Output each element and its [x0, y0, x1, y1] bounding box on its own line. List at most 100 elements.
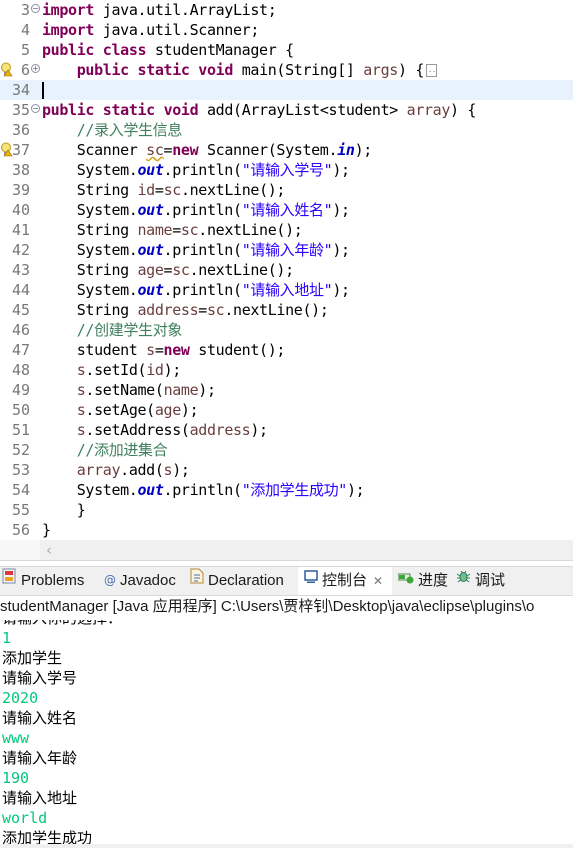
line-number: 5	[20, 41, 30, 59]
code-token: .nextLine();	[198, 221, 303, 239]
code-line[interactable]: 40 System.out.println("请输入姓名");	[0, 200, 573, 220]
code-line[interactable]: 44 System.out.println("请输入地址");	[0, 280, 573, 300]
code-token: "请输入年龄"	[241, 241, 333, 259]
code-text: import java.util.Scanner;	[42, 20, 259, 40]
code-token: .setName(	[85, 381, 164, 399]
code-line[interactable]: 52 //添加进集合	[0, 440, 573, 460]
code-token: =	[163, 261, 173, 279]
code-line[interactable]: 6 + public static void main(String[] args…	[0, 60, 573, 80]
tab-declaration[interactable]: Declaration	[190, 567, 284, 595]
code-line[interactable]: 50 s.setAge(age);	[0, 400, 573, 420]
code-line[interactable]: 49 s.setName(name);	[0, 380, 573, 400]
code-token: student();	[189, 341, 286, 359]
code-line[interactable]: 42 System.out.println("请输入年龄");	[0, 240, 573, 260]
tab-problems[interactable]: Problems	[2, 567, 84, 595]
debug-bug-icon	[456, 566, 471, 594]
code-line[interactable]: 45 String address=sc.nextLine();	[0, 300, 573, 320]
code-line[interactable]: 55 }	[0, 500, 573, 520]
code-token: String	[42, 301, 138, 319]
code-editor[interactable]: 3− import java.util.ArrayList; 4 import jav…	[0, 0, 573, 540]
code-text: s.setName(name);	[42, 380, 216, 400]
code-token: );	[198, 381, 216, 399]
code-token: main(String[]	[233, 61, 364, 79]
code-text: s.setAddress(address);	[42, 420, 268, 440]
code-token: .setAddress(	[85, 421, 190, 439]
console-output-line: 请输入地址	[2, 789, 78, 807]
code-line[interactable]: 34	[0, 80, 573, 100]
code-token: java.util.ArrayList;	[94, 1, 277, 19]
console-icon	[304, 566, 318, 594]
code-token: id	[137, 181, 156, 199]
code-token: public	[42, 101, 95, 119]
tab-console[interactable]: 控制台 ✕	[298, 567, 392, 595]
code-token: =	[154, 181, 164, 199]
console-user-input: 2020	[2, 689, 39, 707]
tab-javadoc[interactable]: @ Javadoc	[104, 567, 176, 595]
code-token: out	[137, 241, 164, 259]
code-line[interactable]: 3− import java.util.ArrayList;	[0, 0, 573, 20]
tab-label: Javadoc	[120, 572, 176, 589]
code-token: sc	[172, 261, 190, 279]
code-token: );	[180, 401, 199, 419]
code-token: =	[163, 141, 173, 159]
code-token: .nextLine();	[224, 301, 329, 319]
code-line[interactable]: 36 //录入学生信息	[0, 120, 573, 140]
code-token: );	[332, 281, 350, 299]
code-text: String address=sc.nextLine();	[42, 300, 329, 320]
line-number: 36	[11, 121, 30, 139]
line-number: 38	[11, 161, 30, 179]
code-line[interactable]: 35− public static void add(ArrayList<stud…	[0, 100, 573, 120]
tab-debug[interactable]: 调试	[456, 567, 505, 595]
code-line[interactable]: 4 import java.util.Scanner;	[0, 20, 573, 40]
code-text: public static void main(String[] args) {	[42, 60, 438, 80]
code-line[interactable]: 46 //创建学生对象	[0, 320, 573, 340]
code-line[interactable]: 47 student s=new student();	[0, 340, 573, 360]
code-line[interactable]: 41 String name=sc.nextLine();	[0, 220, 573, 240]
code-token: );	[332, 201, 350, 219]
code-line[interactable]: 51 s.setAddress(address);	[0, 420, 573, 440]
code-text: public static void add(ArrayList<student…	[42, 100, 476, 120]
fold-collapse-icon[interactable]: −	[31, 4, 40, 13]
code-token: static	[137, 61, 190, 79]
code-token: add(ArrayList<student>	[198, 101, 407, 119]
code-token: sc	[146, 141, 164, 159]
code-line[interactable]: 38 System.out.println("请输入学号");	[0, 160, 573, 180]
code-token: sc	[206, 301, 225, 319]
fold-collapse-icon[interactable]: −	[31, 104, 40, 113]
scroll-left-arrow-icon[interactable]: ‹	[46, 540, 52, 560]
console-output-line: 请输入年龄	[2, 749, 78, 767]
code-line[interactable]: 56}	[0, 520, 573, 540]
code-token: import	[42, 21, 95, 39]
code-token: sc	[163, 181, 182, 199]
tab-progress[interactable]: 进度	[397, 567, 448, 595]
collapsed-code-indicator[interactable]	[426, 64, 438, 77]
code-text: String id=sc.nextLine();	[42, 180, 286, 200]
code-line[interactable]: 5 public class studentManager {	[0, 40, 573, 60]
code-line[interactable]: 54 System.out.println("添加学生成功");	[0, 480, 573, 500]
console-user-input: 190	[2, 769, 30, 787]
editor-horizontal-scrollbar[interactable]: ‹	[0, 540, 573, 561]
code-text: //创建学生对象	[42, 320, 183, 340]
code-token: Scanner(System.	[198, 141, 338, 159]
line-number: 46	[11, 321, 30, 339]
code-token: .println(	[163, 481, 242, 499]
code-token: out	[137, 161, 164, 179]
code-text: //添加进集合	[42, 440, 168, 460]
code-line[interactable]: 37 Scanner sc=new Scanner(System.in);	[0, 140, 573, 160]
code-token: public	[76, 61, 129, 79]
fold-expand-icon[interactable]: +	[31, 64, 40, 73]
code-line[interactable]: 39 String id=sc.nextLine();	[0, 180, 573, 200]
code-token: .println(	[163, 161, 242, 179]
code-line[interactable]: 43 String age=sc.nextLine();	[0, 260, 573, 280]
console-user-input: 1	[2, 629, 12, 647]
code-token: address	[137, 301, 199, 319]
console-user-input: world	[2, 809, 48, 827]
code-line[interactable]: 48 s.setId(id);	[0, 360, 573, 380]
close-tab-icon[interactable]: ✕	[373, 574, 383, 588]
code-text: s.setId(id);	[42, 360, 182, 380]
console-output[interactable]: 请输入你的选择： 1 添加学生请输入学号 2020 请输入姓名 www 请输入年龄 190 请…	[0, 620, 573, 848]
console-process-title: studentManager [Java 应用程序] C:\Users\贾梓钊\…	[0, 596, 573, 621]
code-line[interactable]: 53 array.add(s);	[0, 460, 573, 480]
code-token: System.	[42, 201, 138, 219]
